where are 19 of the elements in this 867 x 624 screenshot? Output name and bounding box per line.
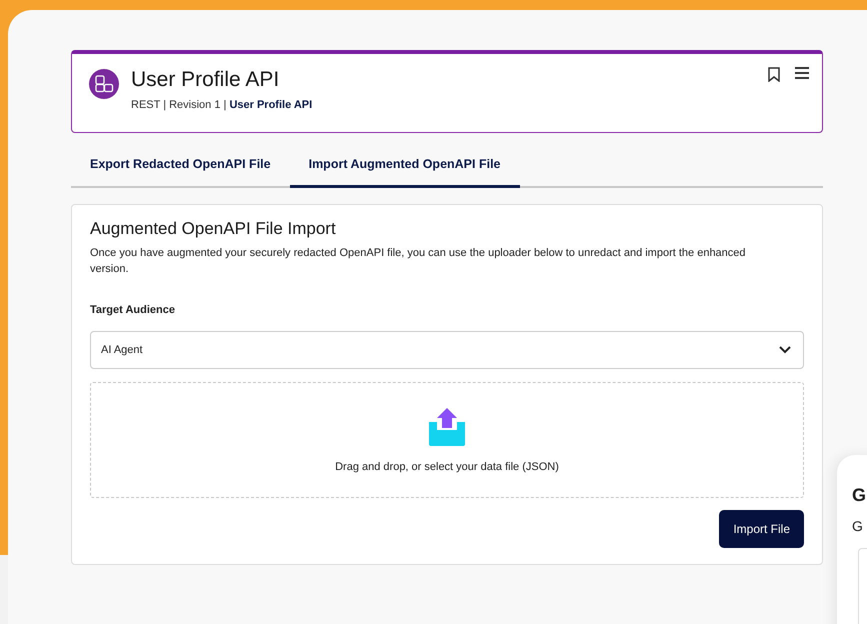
api-logo-icon	[89, 69, 119, 99]
audience-select[interactable]: AI Agent	[90, 331, 804, 369]
api-meta: REST | Revision 1 |	[131, 99, 228, 111]
api-title: User Profile API	[131, 67, 280, 93]
file-dropzone[interactable]: Drag and drop, or select your data file (JSON)	[90, 382, 804, 498]
section-title: Augmented OpenAPI File Import	[90, 219, 337, 239]
side-card-title: G	[852, 485, 867, 506]
menu-icon[interactable]	[795, 67, 809, 79]
tab[interactable]: Import Augmented OpenAPI File	[290, 146, 520, 188]
api-link[interactable]: User Profile API	[229, 99, 312, 111]
field-label: Target Audience	[90, 304, 176, 316]
tab[interactable]: Export Redacted OpenAPI File	[71, 146, 290, 188]
chevron-down-icon	[779, 346, 791, 354]
dropzone-text: Drag and drop, or select your data file (JSON)	[335, 460, 559, 472]
section-description: Once you have augmented your securely redacted OpenAPI file, you can use the uploader below to unredact and import the enhanced version.	[90, 246, 747, 277]
upload-icon	[429, 408, 465, 446]
import-file-button[interactable]: Import File	[719, 510, 804, 548]
bookmark-icon[interactable]	[768, 67, 780, 82]
side-card-text: G	[852, 518, 864, 534]
